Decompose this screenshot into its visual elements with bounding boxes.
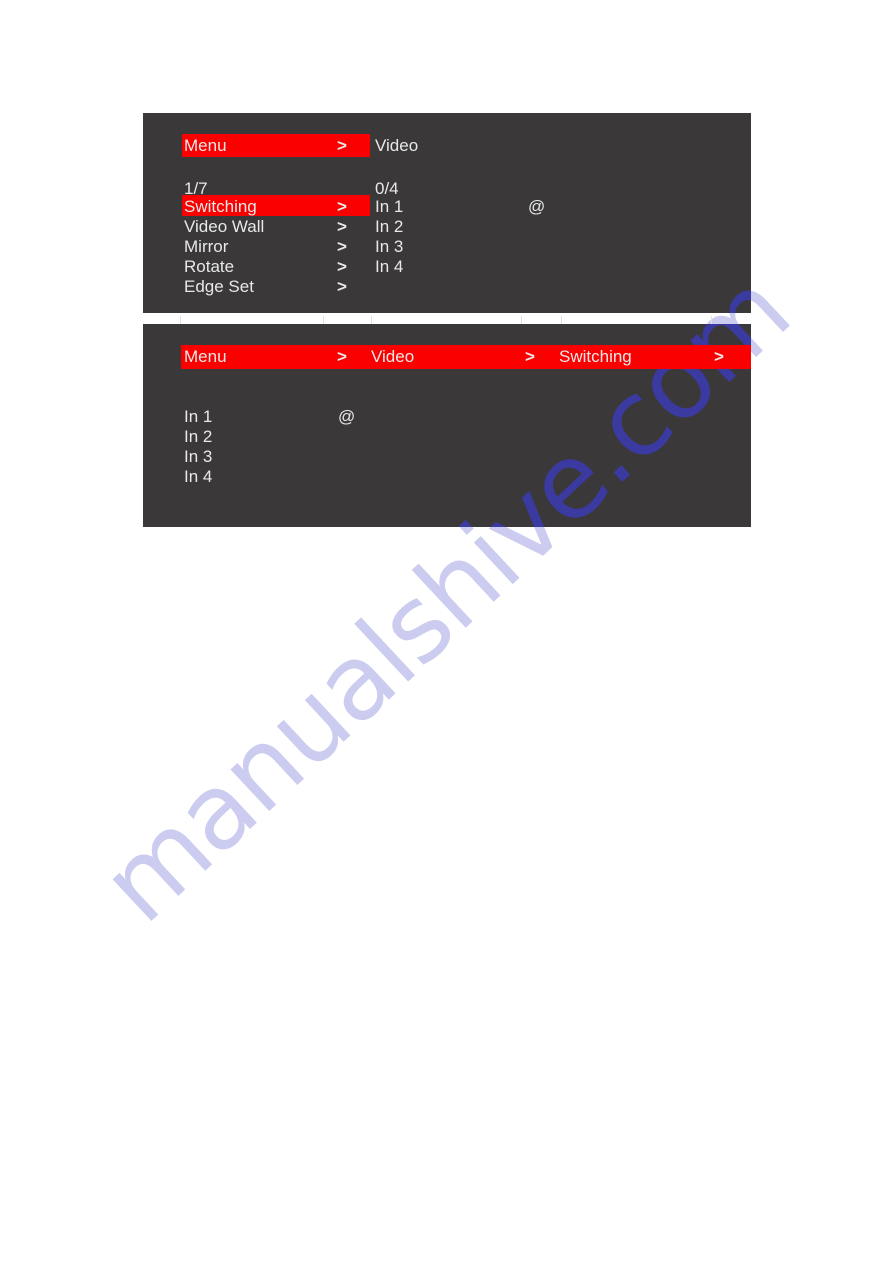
input-item-in-3[interactable]: In 3 bbox=[375, 237, 403, 257]
menu-item-rotate[interactable]: Rotate bbox=[184, 257, 234, 277]
menu-item-edge-set[interactable]: Edge Set bbox=[184, 277, 254, 297]
panel-separator-ticks bbox=[143, 313, 753, 324]
at-marker-icon: @ bbox=[528, 197, 546, 216]
chevron-right-icon-one: > bbox=[337, 347, 347, 366]
breadcrumb-item-video[interactable]: Video bbox=[371, 347, 414, 367]
input-item-in-2[interactable]: In 2 bbox=[375, 217, 403, 237]
breadcrumb-bar-highlight bbox=[181, 345, 751, 369]
input-item-in-1[interactable]: In 1 bbox=[375, 197, 403, 217]
chevron-right-icon-three: > bbox=[714, 347, 724, 366]
input-item-in-2[interactable]: In 2 bbox=[184, 427, 212, 447]
osd-panel-main-menu: manualshive.com Menu > Video 1/7 Switchi… bbox=[143, 113, 751, 313]
chevron-right-icon-edge-set: > bbox=[337, 277, 347, 296]
chevron-right-icon-two: > bbox=[525, 347, 535, 366]
chevron-right-icon: > bbox=[337, 136, 347, 155]
right-list-counter: 0/4 bbox=[375, 179, 399, 198]
chevron-right-icon-video-wall: > bbox=[337, 217, 347, 236]
at-marker-icon: @ bbox=[338, 407, 356, 426]
osd-panel-switching: manualshive.com Menu > Video > Switching… bbox=[143, 324, 751, 527]
breadcrumb-item-video[interactable]: Video bbox=[375, 136, 418, 156]
breadcrumb-item-menu[interactable]: Menu bbox=[184, 136, 227, 156]
chevron-right-icon-mirror: > bbox=[337, 237, 347, 256]
breadcrumb-item-menu[interactable]: Menu bbox=[184, 347, 227, 367]
menu-item-video-wall[interactable]: Video Wall bbox=[184, 217, 264, 237]
input-item-in-3[interactable]: In 3 bbox=[184, 447, 212, 467]
menu-item-mirror[interactable]: Mirror bbox=[184, 237, 228, 257]
breadcrumb-item-switching[interactable]: Switching bbox=[559, 347, 632, 367]
menu-item-switching[interactable]: Switching bbox=[184, 197, 257, 217]
input-item-in-4[interactable]: In 4 bbox=[184, 467, 212, 487]
left-list-counter: 1/7 bbox=[184, 179, 208, 198]
input-item-in-1[interactable]: In 1 bbox=[184, 407, 212, 427]
input-item-in-4[interactable]: In 4 bbox=[375, 257, 403, 277]
chevron-right-icon-switching: > bbox=[337, 197, 347, 216]
chevron-right-icon-rotate: > bbox=[337, 257, 347, 276]
